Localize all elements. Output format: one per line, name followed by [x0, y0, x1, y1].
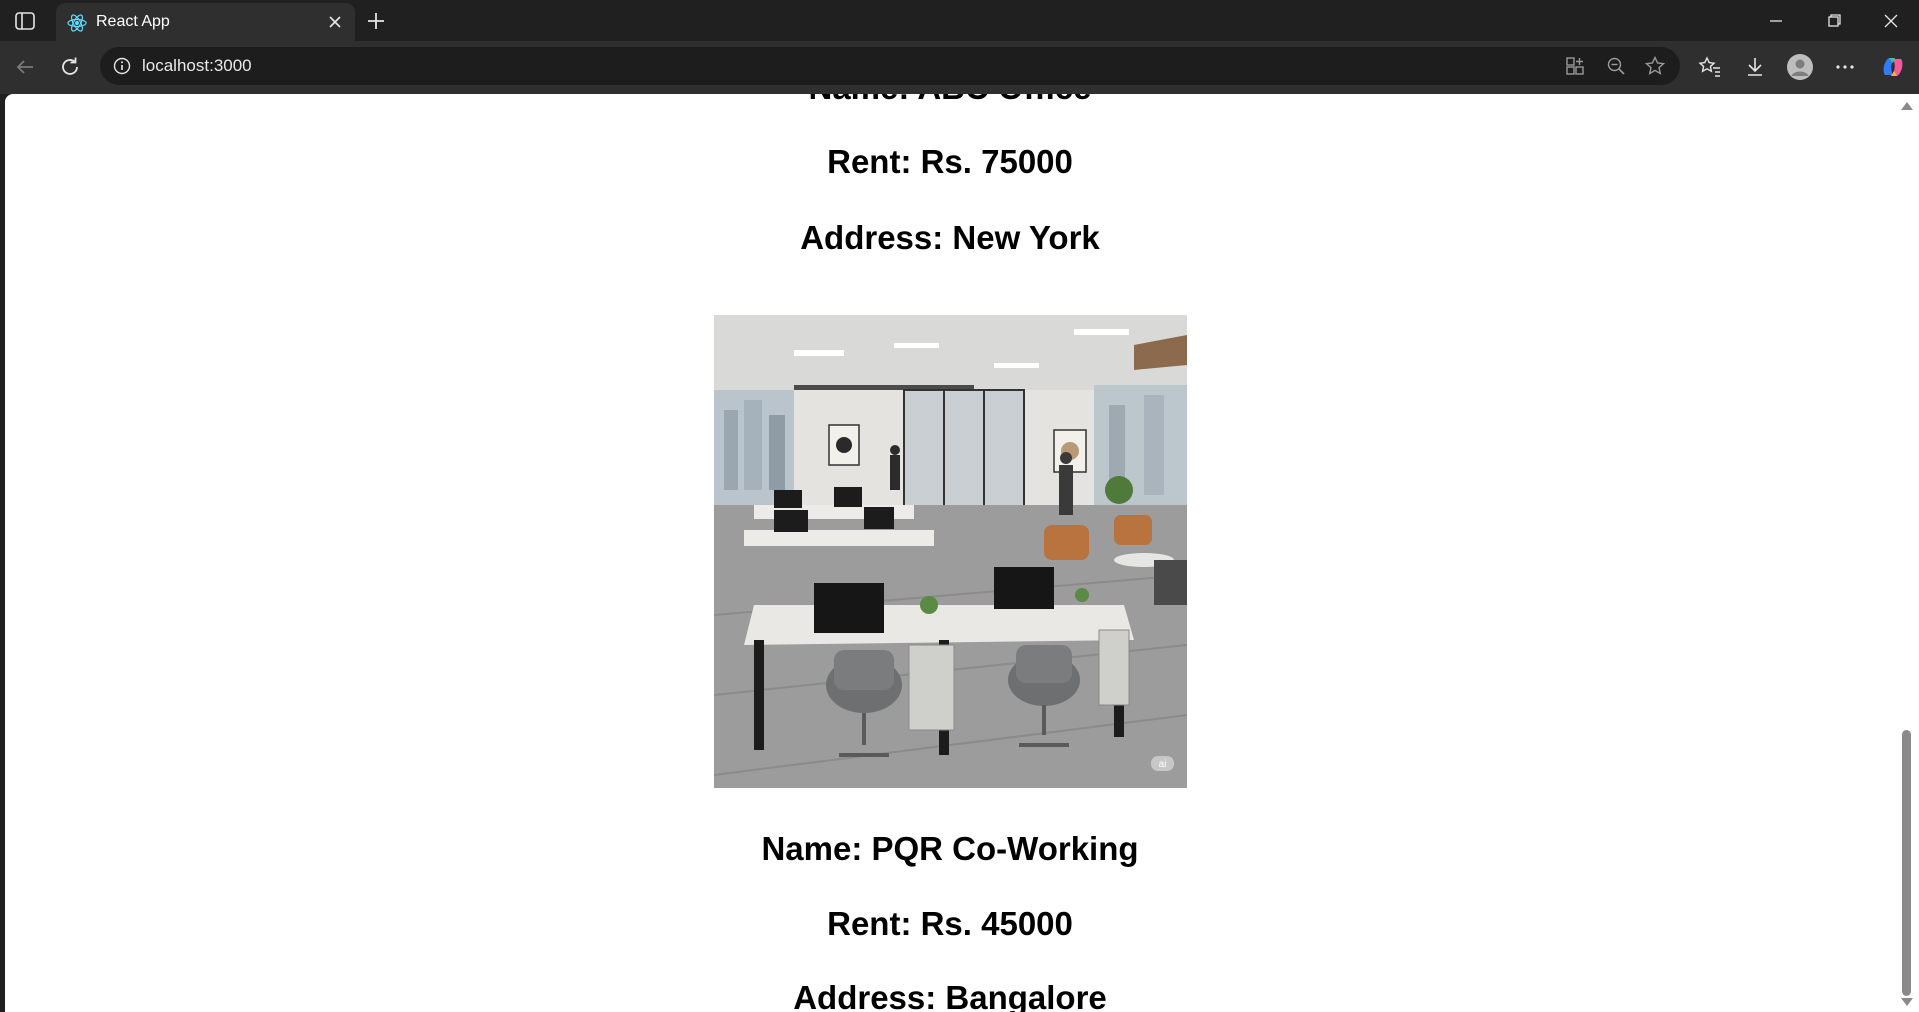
new-tab-icon[interactable]	[364, 9, 388, 33]
zoom-out-icon[interactable]	[1605, 55, 1627, 77]
listing-address: Address: Bangalore	[793, 979, 1107, 1012]
refresh-icon[interactable]	[56, 53, 84, 81]
listing-rent: Rent: Rs. 45000	[827, 905, 1073, 942]
address-bar[interactable]: localhost:3000	[100, 47, 1680, 85]
url-text[interactable]: localhost:3000	[142, 56, 252, 76]
more-icon[interactable]	[1831, 53, 1859, 81]
restore-icon[interactable]	[1821, 8, 1847, 34]
profile-icon[interactable]	[1786, 53, 1814, 81]
listing-name: Name: ABC Office	[5, 94, 1895, 108]
listing-name: Name: PQR Co-Working	[761, 830, 1139, 867]
page-viewport: Name: ABC Office Rent: Rs. 75000 Address…	[5, 94, 1895, 1012]
browser-toolbar: localhost:3000	[0, 41, 1919, 94]
scroll-up-arrow-icon[interactable]	[1901, 102, 1913, 110]
favorite-star-icon[interactable]	[1644, 55, 1666, 77]
tab-react-app[interactable]: React App	[56, 3, 355, 41]
react-icon	[66, 12, 88, 34]
office-image: ai	[714, 315, 1187, 788]
close-icon[interactable]	[325, 12, 345, 32]
tab-title: React App	[96, 13, 170, 30]
downloads-icon[interactable]	[1741, 53, 1769, 81]
listing-address: Address: New York	[800, 219, 1100, 256]
minimize-icon[interactable]	[1763, 8, 1789, 34]
listing-rent: Rent: Rs. 75000	[827, 143, 1073, 180]
info-icon[interactable]	[112, 56, 132, 76]
tab-strip: React App	[0, 0, 1919, 41]
favorites-icon[interactable]	[1696, 53, 1724, 81]
image-watermark: ai	[1159, 759, 1167, 770]
window-close-icon[interactable]	[1878, 8, 1904, 34]
copilot-icon[interactable]	[1879, 53, 1907, 81]
vertical-scrollbar[interactable]	[1895, 94, 1919, 1012]
scroll-thumb[interactable]	[1902, 730, 1911, 996]
scroll-down-arrow-icon[interactable]	[1901, 998, 1913, 1006]
sidebar-toggle-icon[interactable]	[14, 10, 36, 32]
back-icon[interactable]	[11, 53, 39, 81]
app-available-icon[interactable]	[1564, 55, 1586, 77]
